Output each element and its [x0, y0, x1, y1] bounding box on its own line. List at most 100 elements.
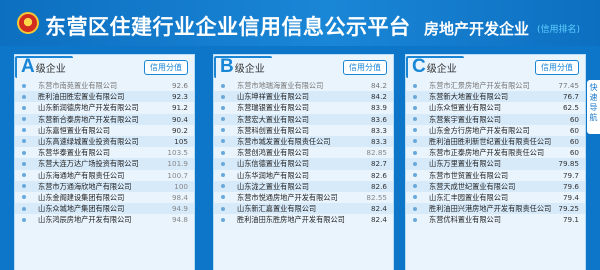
credit-score-button[interactable]: 信用分值: [144, 60, 188, 75]
credit-score: 82.7: [370, 159, 387, 169]
company-row[interactable]: 东营优科置业有限公司 79.1: [406, 214, 585, 225]
quick-nav-tab[interactable]: 快速导航: [587, 80, 600, 134]
company-row[interactable]: 胜利油田胜利新世纪置业有限责任公司 60: [406, 135, 585, 148]
company-row[interactable]: 东营宏大置业有限公司 83.6: [214, 113, 393, 125]
company-row[interactable]: 东营科创置业有限公司 83.3: [214, 125, 393, 136]
company-row[interactable]: 山东泷之置业有限公司 82.6: [214, 180, 393, 192]
company-name[interactable]: 山东高速绿城置业投资有限公司: [38, 136, 139, 147]
company-name[interactable]: 东营市万通海欣地产有限公司: [38, 181, 131, 192]
company-list: 东营市汇景房地产开发有限公司 77.45 东营新大地置业有限公司 76.7 山东众恒置业…: [406, 80, 585, 225]
panel-header: A 级企业 信用分值: [15, 55, 194, 80]
company-name[interactable]: 东营瑞银置业有限公司: [237, 102, 309, 113]
company-row[interactable]: 山东海通地产有限责任公司 100.7: [15, 170, 194, 181]
company-name[interactable]: 东营市正泰房地产开发有限责任公司: [429, 147, 544, 158]
bullet-icon: [221, 83, 225, 88]
company-name[interactable]: 东营市城发置业有限责任公司: [237, 136, 330, 147]
company-name[interactable]: 东营市悦通房地产开发有限公司: [237, 192, 338, 203]
company-row[interactable]: 东营市万通海欣地产有限公司 100: [15, 180, 194, 192]
company-row[interactable]: 东营瑞银置业有限公司 83.9: [214, 102, 393, 113]
company-row[interactable]: 东营市城发置业有限责任公司 83.3: [214, 135, 393, 148]
grade-letter: B: [220, 56, 234, 77]
company-name[interactable]: 东营天成世纪置业有限公司: [429, 181, 515, 192]
company-name[interactable]: 山东金阁建设集团有限公司: [38, 192, 124, 203]
company-name[interactable]: 东营优科置业有限公司: [429, 214, 501, 225]
bullet-icon: [221, 105, 225, 110]
company-name[interactable]: 山东众恒置业有限公司: [429, 102, 501, 113]
company-name[interactable]: 山东泷之置业有限公司: [237, 181, 309, 192]
company-row[interactable]: 山东新汇嘉置业有限公司 82.4: [214, 203, 393, 215]
company-row[interactable]: 东营市世贸置业有限公司 79.7: [406, 170, 585, 181]
company-row[interactable]: 东营市悦通房地产开发有限公司 82.55: [214, 192, 393, 203]
company-row[interactable]: 胜利油田兴港房地产开发有限责任公司 79.25: [406, 203, 585, 215]
company-row[interactable]: 山东华润地产有限公司 82.6: [214, 170, 393, 181]
bullet-icon: [413, 83, 417, 88]
company-row[interactable]: 胜利油田胜宏置业有限公司 92.3: [15, 91, 194, 103]
credit-score: 60: [569, 148, 579, 158]
company-row[interactable]: 东营新大地置业有限公司 76.7: [406, 91, 585, 103]
company-row[interactable]: 东营市地瑞海置业有限公司 84.2: [214, 80, 393, 91]
company-name[interactable]: 东营紫宇置业有限公司: [429, 114, 501, 125]
company-name[interactable]: 山东鸿辰房地产开发有限公司: [38, 214, 131, 225]
company-row[interactable]: 东营新合泰房地产开发有限公司 90.4: [15, 113, 194, 125]
company-name[interactable]: 山东华润地产有限公司: [237, 170, 309, 181]
company-row[interactable]: 山东高速绿城置业投资有限公司 105: [15, 135, 194, 148]
company-name[interactable]: 胜利油田兴港房地产开发有限责任公司: [429, 203, 551, 214]
company-row[interactable]: 东营创鸿置业有限公司 82.85: [214, 147, 393, 158]
company-name[interactable]: 东营市南苑置业有限公司: [38, 80, 117, 91]
company-name[interactable]: 山东汇丰园置业有限公司: [429, 192, 508, 203]
company-name[interactable]: 山东万里置业有限公司: [429, 158, 501, 169]
grade-letter: A: [21, 56, 35, 77]
company-name[interactable]: 东营市世贸置业有限公司: [429, 170, 508, 181]
company-name[interactable]: 山东信德置业有限公司: [237, 158, 309, 169]
company-name[interactable]: 东营大连万达广场投资有限公司: [38, 158, 139, 169]
company-row[interactable]: 山东新润德房地产开发有限公司 91.2: [15, 102, 194, 113]
company-name[interactable]: 山东金方行房地产开发有限公司: [429, 125, 530, 136]
site-title: 东营区住建行业企业信用信息公示平台: [45, 15, 411, 39]
credit-score: 82.4: [370, 215, 387, 225]
company-name[interactable]: 胜利油田胜宏置业有限公司: [38, 91, 124, 102]
company-row[interactable]: 山东众城地产集团有限公司 94.9: [15, 203, 194, 215]
company-name[interactable]: 山东海通地产有限责任公司: [38, 170, 124, 181]
credit-score-button[interactable]: 信用分值: [343, 60, 387, 75]
credit-score: 79.1: [562, 215, 579, 225]
company-row[interactable]: 山东坤祥置业有限公司 84.2: [214, 91, 393, 103]
company-row[interactable]: 山东金方行房地产开发有限公司 60: [406, 125, 585, 136]
company-name[interactable]: 东营市汇景房地产开发有限公司: [429, 80, 530, 91]
company-name[interactable]: 东营创鸿置业有限公司: [237, 147, 309, 158]
credit-score: 76.7: [562, 92, 579, 102]
company-row[interactable]: 东营紫宇置业有限公司 60: [406, 113, 585, 125]
company-name[interactable]: 胜利油田东胜房地产开发有限公司: [237, 214, 345, 225]
company-name[interactable]: 山东新润德房地产开发有限公司: [38, 102, 139, 113]
company-name[interactable]: 东营市地瑞海置业有限公司: [237, 80, 323, 91]
company-row[interactable]: 东营市汇景房地产开发有限公司 77.45: [406, 80, 585, 91]
company-name[interactable]: 胜利油田胜利新世纪置业有限责任公司: [429, 136, 551, 147]
company-name[interactable]: 东营新合泰房地产开发有限公司: [38, 114, 139, 125]
company-row[interactable]: 山东万里置业有限公司 79.85: [406, 158, 585, 170]
company-row[interactable]: 东营天成世纪置业有限公司 79.6: [406, 180, 585, 192]
company-name[interactable]: 山东新汇嘉置业有限公司: [237, 203, 316, 214]
company-row[interactable]: 胜利油田东胜房地产开发有限公司 82.4: [214, 214, 393, 225]
company-name[interactable]: 山东众城地产集团有限公司: [38, 203, 124, 214]
company-row[interactable]: 东营市正泰房地产开发有限责任公司 60: [406, 147, 585, 158]
company-row[interactable]: 山东信德置业有限公司 82.7: [214, 158, 393, 170]
company-row[interactable]: 东营市南苑置业有限公司 92.6: [15, 80, 194, 91]
bullet-icon: [22, 150, 26, 155]
bullet-icon: [413, 128, 417, 133]
bullet-icon: [221, 128, 225, 133]
bullet-icon: [221, 173, 225, 177]
company-name[interactable]: 东营科创置业有限公司: [237, 125, 309, 136]
company-name[interactable]: 东营新大地置业有限公司: [429, 91, 508, 102]
company-row[interactable]: 东营华泰置业有限公司 103.5: [15, 147, 194, 158]
company-row[interactable]: 东营大连万达广场投资有限公司 101.9: [15, 158, 194, 170]
grade-text: 级企业: [234, 64, 265, 75]
company-row[interactable]: 山东嘉恒置业有限公司 90.2: [15, 125, 194, 136]
company-row[interactable]: 山东金阁建设集团有限公司 98.4: [15, 192, 194, 203]
company-row[interactable]: 山东汇丰园置业有限公司 79.4: [406, 192, 585, 203]
company-name[interactable]: 东营宏大置业有限公司: [237, 114, 309, 125]
company-name[interactable]: 山东嘉恒置业有限公司: [38, 125, 110, 136]
credit-score-button[interactable]: 信用分值: [535, 60, 579, 75]
company-name[interactable]: 山东坤祥置业有限公司: [237, 91, 309, 102]
company-row[interactable]: 山东众恒置业有限公司 62.5: [406, 102, 585, 113]
company-row[interactable]: 山东鸿辰房地产开发有限公司 94.8: [15, 214, 194, 225]
company-name[interactable]: 东营华泰置业有限公司: [38, 147, 110, 158]
